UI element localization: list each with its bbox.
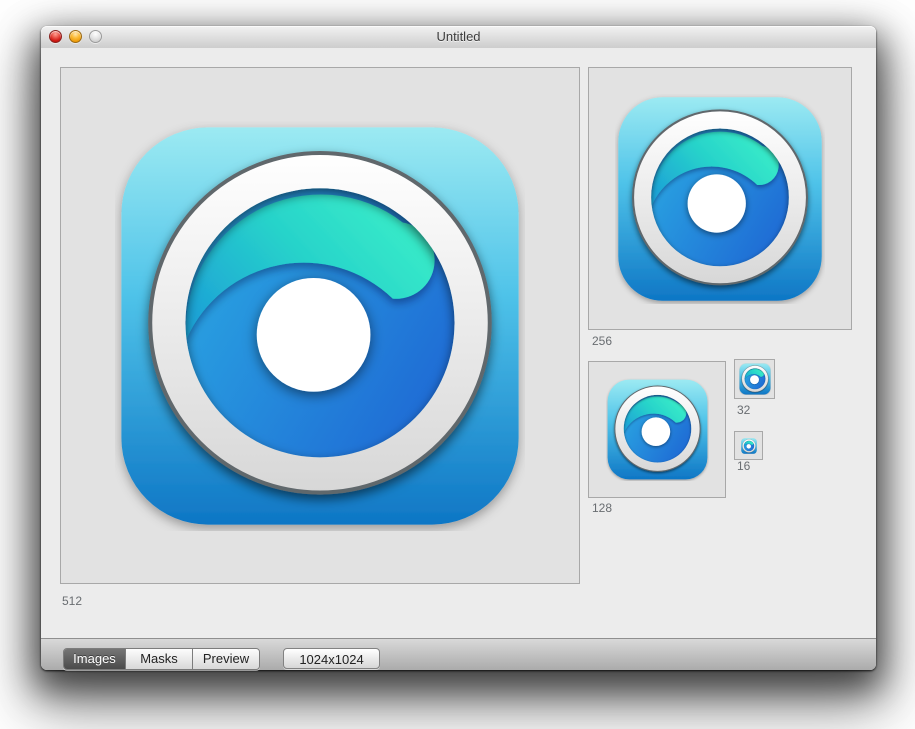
window-title: Untitled — [41, 26, 876, 48]
preview-slot-128[interactable] — [588, 361, 726, 498]
size-label-512: 512 — [62, 594, 82, 608]
size-label-256: 256 — [592, 334, 612, 348]
app-icon-16 — [741, 438, 757, 454]
app-icon-256 — [615, 94, 825, 304]
view-mode-segmented-control: Images Masks Preview — [63, 648, 260, 670]
tab-preview[interactable]: Preview — [193, 649, 259, 669]
desktop: Untitled 512 256 128 — [0, 0, 915, 729]
app-window: Untitled 512 256 128 — [41, 26, 876, 670]
preview-slot-32[interactable] — [734, 359, 775, 399]
app-icon-512 — [115, 121, 525, 531]
size-label-128: 128 — [592, 501, 612, 515]
preview-slot-512[interactable] — [60, 67, 580, 584]
preview-slot-16[interactable] — [734, 431, 763, 460]
tab-masks[interactable]: Masks — [126, 649, 193, 669]
titlebar[interactable]: Untitled — [41, 26, 876, 49]
bottom-toolbar: Images Masks Preview 1024x1024 — [41, 638, 876, 670]
size-label-32: 32 — [737, 403, 750, 417]
preview-slot-256[interactable] — [588, 67, 852, 330]
size-1024-button[interactable]: 1024x1024 — [283, 648, 380, 669]
size-label-16: 16 — [737, 459, 750, 473]
app-icon-32 — [739, 363, 771, 395]
app-icon-128 — [606, 378, 709, 481]
content-area: 512 256 128 32 — [41, 48, 876, 638]
tab-images[interactable]: Images — [64, 649, 126, 669]
